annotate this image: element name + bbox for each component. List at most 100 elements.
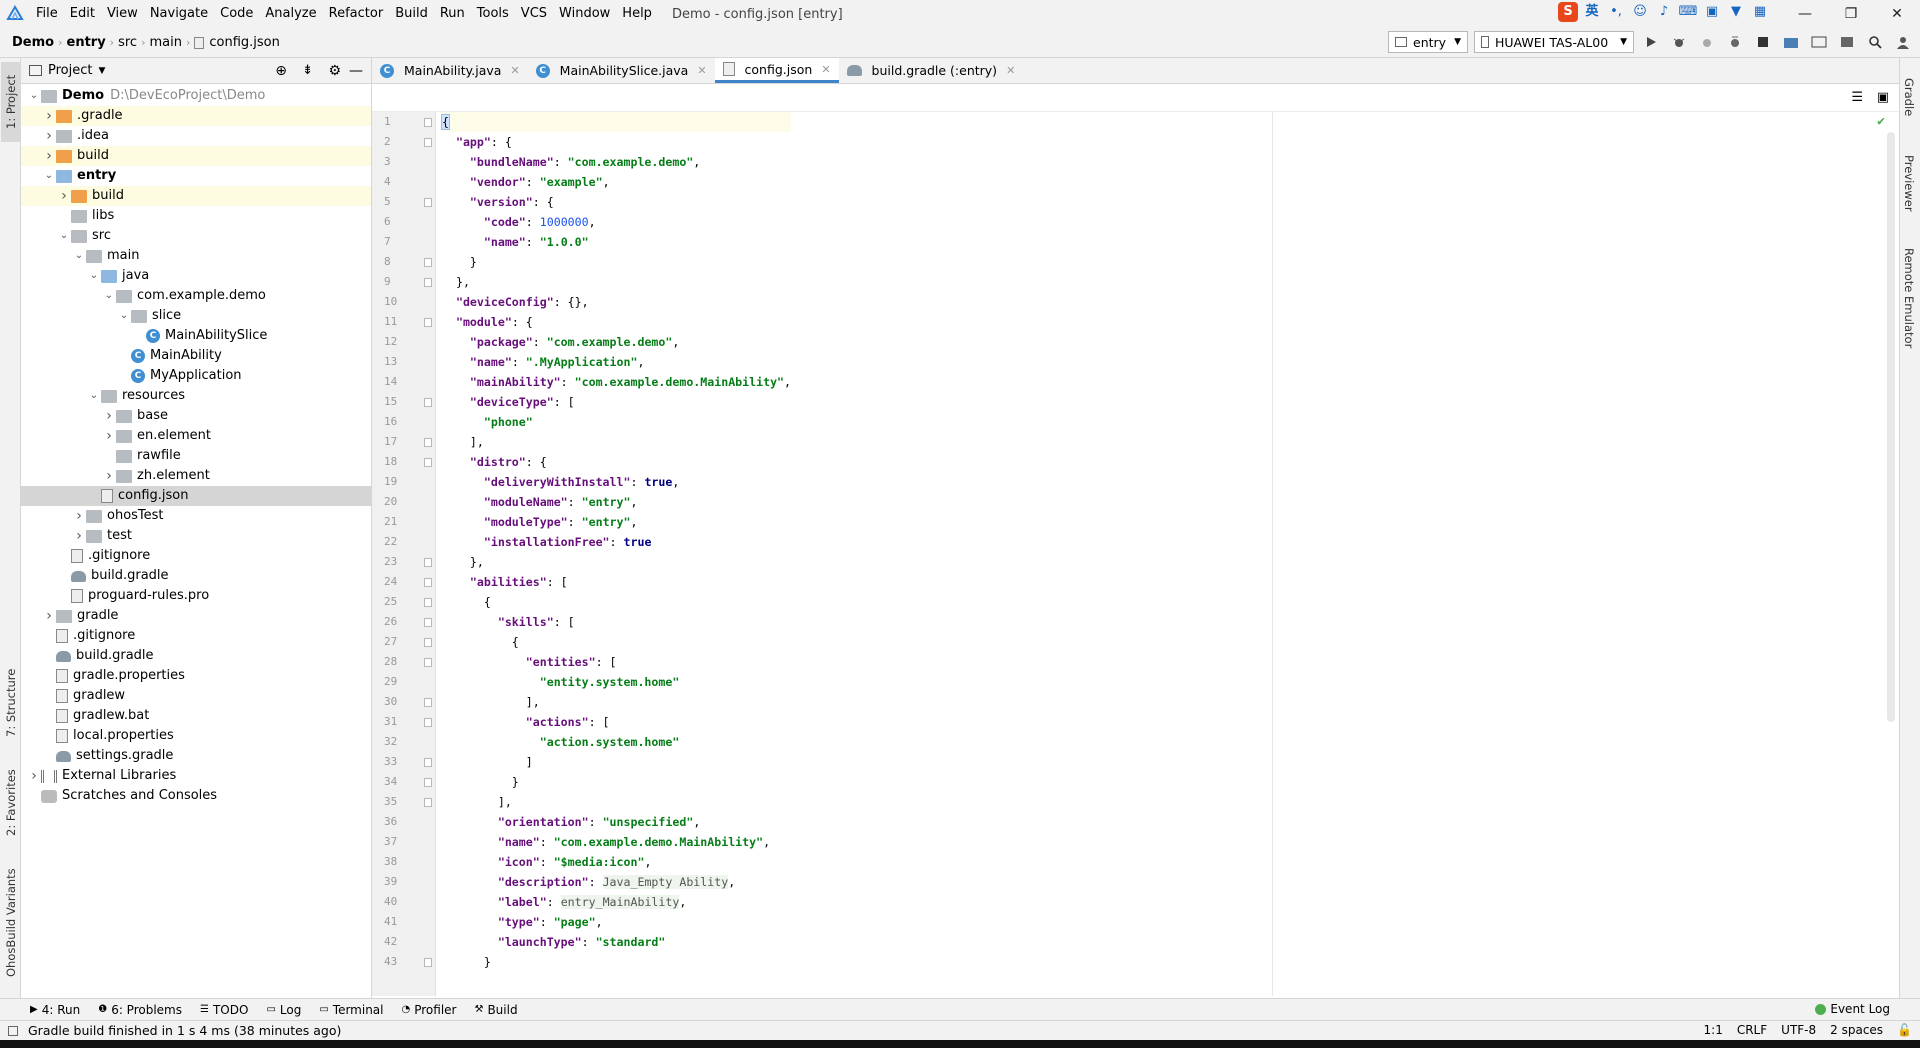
status-message[interactable]: Gradle build finished in 1 s 4 ms (38 mi… xyxy=(28,1023,341,1038)
tree-item[interactable]: Scratches and Consoles xyxy=(21,786,371,806)
tool-window-problems[interactable]: ❶ 6: Problems xyxy=(98,1003,182,1017)
code-editor[interactable]: 1 2 3 4 5 6 7 8 9 10 11 12 13 14 15 16 17 18 19 20 21 22 23 24 2… xyxy=(372,112,1899,996)
tree-item[interactable]: ⌄ java xyxy=(21,266,371,286)
menu-run[interactable]: Run xyxy=(434,0,471,28)
tree-item[interactable]: › en.element xyxy=(21,426,371,446)
project-tool-tab[interactable]: 1: Project xyxy=(1,62,21,142)
editor-tab[interactable]: C MainAbilitySlice.java ✕ xyxy=(528,58,715,83)
chevron-down-icon[interactable]: ⌄ xyxy=(27,86,41,106)
attach-debugger-icon[interactable] xyxy=(1696,31,1718,53)
fold-marker-icon[interactable] xyxy=(424,258,432,267)
tree-item[interactable]: ⌄ entry xyxy=(21,166,371,186)
fold-marker-icon[interactable] xyxy=(424,798,432,807)
menu-refactor[interactable]: Refactor xyxy=(323,0,390,28)
close-tab-icon[interactable]: ✕ xyxy=(821,63,830,76)
close-tab-icon[interactable]: ✕ xyxy=(1006,64,1015,77)
tree-item[interactable]: rawfile xyxy=(21,446,371,466)
menu-analyze[interactable]: Analyze xyxy=(259,0,322,28)
tree-item[interactable]: › .idea xyxy=(21,126,371,146)
fold-marker-icon[interactable] xyxy=(424,558,432,567)
collapse-all-icon[interactable]: ⇟ xyxy=(302,63,313,78)
grid-icon[interactable]: ▦ xyxy=(1750,2,1770,22)
fold-marker-icon[interactable] xyxy=(424,458,432,467)
remote-emulator-tool-tab[interactable]: Remote Emulator xyxy=(1899,238,1919,358)
preview-icon[interactable]: ▣ xyxy=(1877,90,1889,105)
breadcrumb-item[interactable]: entry xyxy=(63,35,110,50)
tree-item[interactable]: config.json xyxy=(21,486,371,506)
sdk-manager-icon[interactable] xyxy=(1836,31,1858,53)
tree-item[interactable]: › External Libraries xyxy=(21,766,371,786)
fold-marker-icon[interactable] xyxy=(424,598,432,607)
tree-item[interactable]: libs xyxy=(21,206,371,226)
chevron-right-icon[interactable]: › xyxy=(42,106,56,126)
chevron-down-icon[interactable]: ▼ xyxy=(98,66,105,76)
skin-icon[interactable]: ▼ xyxy=(1726,2,1746,22)
fold-marker-icon[interactable] xyxy=(424,658,432,667)
fold-marker-icon[interactable] xyxy=(424,438,432,447)
editor-tab[interactable]: C MainAbility.java ✕ xyxy=(372,58,528,83)
tree-item[interactable]: ⌄ resources xyxy=(21,386,371,406)
chevron-down-icon[interactable]: ⌄ xyxy=(102,286,116,306)
fold-marker-icon[interactable] xyxy=(424,778,432,787)
chevron-right-icon[interactable]: › xyxy=(102,466,116,486)
file-encoding[interactable]: UTF-8 xyxy=(1781,1023,1816,1037)
lock-icon[interactable]: 🔓 xyxy=(1897,1023,1912,1037)
device-manager-icon[interactable] xyxy=(1808,31,1830,53)
tree-item[interactable]: settings.gradle xyxy=(21,746,371,766)
fold-marker-icon[interactable] xyxy=(424,318,432,327)
tree-item[interactable]: .gitignore xyxy=(21,626,371,646)
breadcrumb-item[interactable]: src xyxy=(114,35,141,50)
project-structure-icon[interactable] xyxy=(1780,31,1802,53)
fold-marker-icon[interactable] xyxy=(424,638,432,647)
chevron-right-icon[interactable]: › xyxy=(72,506,86,526)
reader-mode-icon[interactable]: ☰ xyxy=(1851,90,1863,105)
chevron-right-icon[interactable]: › xyxy=(42,606,56,626)
fold-marker-icon[interactable] xyxy=(424,758,432,767)
chevron-down-icon[interactable]: ⌄ xyxy=(87,266,101,286)
breadcrumb-item[interactable]: main xyxy=(145,35,185,50)
mic-icon[interactable]: ♪ xyxy=(1654,2,1674,22)
menu-build[interactable]: Build xyxy=(389,0,434,28)
sogou-icon[interactable]: S xyxy=(1558,2,1578,22)
menu-file[interactable]: File xyxy=(30,0,64,28)
menu-vcs[interactable]: VCS xyxy=(515,0,553,28)
gradle-tool-tab[interactable]: Gradle xyxy=(1899,62,1919,132)
breadcrumb-item[interactable]: Demo xyxy=(8,35,58,50)
tree-item[interactable]: gradle.properties xyxy=(21,666,371,686)
chevron-right-icon[interactable]: › xyxy=(72,526,86,546)
event-log-button[interactable]: Event Log xyxy=(1815,1002,1890,1016)
tree-item[interactable]: › zh.element xyxy=(21,466,371,486)
fold-marker-icon[interactable] xyxy=(424,398,432,407)
tree-item[interactable]: gradlew xyxy=(21,686,371,706)
tree-item[interactable]: .gitignore xyxy=(21,546,371,566)
device-select[interactable]: HUAWEI TAS-AL00 ▼ xyxy=(1474,31,1634,53)
account-icon[interactable] xyxy=(1892,31,1914,53)
tree-item[interactable]: gradlew.bat xyxy=(21,706,371,726)
emoji-icon[interactable]: ☺ xyxy=(1630,2,1650,22)
restore-icon[interactable]: ❐ xyxy=(1828,0,1874,28)
chevron-right-icon[interactable]: › xyxy=(42,146,56,166)
tree-item[interactable]: ⌄ slice xyxy=(21,306,371,326)
tree-item[interactable]: proguard-rules.pro xyxy=(21,586,371,606)
tree-item[interactable]: build.gradle xyxy=(21,646,371,666)
stop-icon[interactable] xyxy=(1752,31,1774,53)
fold-marker-icon[interactable] xyxy=(424,118,432,127)
fold-marker-icon[interactable] xyxy=(424,618,432,627)
tree-item[interactable]: C MainAbility xyxy=(21,346,371,366)
debug-icon[interactable] xyxy=(1668,31,1690,53)
chevron-down-icon[interactable]: ⌄ xyxy=(57,226,71,246)
editor-scrollbar[interactable] xyxy=(1887,132,1895,722)
fold-marker-icon[interactable] xyxy=(424,278,432,287)
apply-changes-icon[interactable] xyxy=(1724,31,1746,53)
menu-view[interactable]: View xyxy=(101,0,144,28)
chevron-right-icon[interactable]: › xyxy=(42,126,56,146)
tree-item[interactable]: ⌄ Demo D:\DevEcoProject\Demo xyxy=(21,86,371,106)
menu-window[interactable]: Window xyxy=(553,0,616,28)
close-tab-icon[interactable]: ✕ xyxy=(510,64,519,77)
tool-window-run[interactable]: ▶ 4: Run xyxy=(30,1003,80,1017)
tree-item[interactable]: local.properties xyxy=(21,726,371,746)
fold-marker-icon[interactable] xyxy=(424,138,432,147)
chevron-down-icon[interactable]: ⌄ xyxy=(72,246,86,266)
tool-window-log[interactable]: ▭ Log xyxy=(266,1003,301,1017)
tree-item[interactable]: ⌄ com.example.demo xyxy=(21,286,371,306)
